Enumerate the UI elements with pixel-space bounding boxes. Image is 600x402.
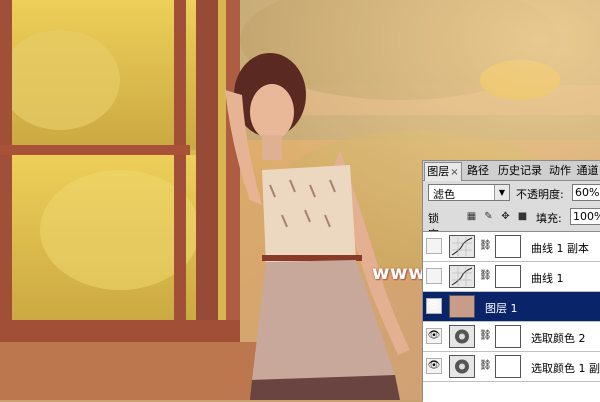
- layers-panel: 图层× 路径 历史记录 动作 通道 滤色 ▼ 不透明度: 60% 锁定: ▦ ✎…: [422, 160, 600, 402]
- layer-name: 选取颜色 2: [531, 332, 586, 345]
- layer-mask[interactable]: [495, 265, 521, 288]
- layer-row-selective-color-1-copy[interactable]: 👁 ⛓ 选取颜色 1 副: [423, 352, 600, 382]
- tab-channels[interactable]: 通道: [574, 163, 600, 179]
- layer-name: 曲线 1 副本: [531, 242, 589, 255]
- eye-icon[interactable]: 👁: [426, 358, 442, 374]
- layer-mask[interactable]: [495, 355, 521, 378]
- layer-name: 图层 1: [485, 302, 518, 315]
- tab-paths[interactable]: 路径: [463, 163, 493, 179]
- tab-actions[interactable]: 动作: [546, 163, 574, 179]
- curves-icon: [449, 235, 475, 258]
- layer-mask[interactable]: [495, 235, 521, 258]
- opacity-label: 不透明度:: [516, 188, 564, 201]
- tab-layers-label: 图层: [427, 165, 450, 178]
- link-icon: ⛓: [479, 360, 492, 371]
- chevron-down-icon: ▼: [494, 185, 509, 200]
- link-icon: ⛓: [479, 270, 492, 281]
- link-icon: ⛓: [479, 240, 492, 251]
- eye-icon[interactable]: 👁: [426, 298, 442, 314]
- eye-icon[interactable]: 👁: [426, 328, 442, 344]
- layer-name: 选取颜色 1 副: [531, 362, 600, 375]
- visibility-toggle[interactable]: [426, 238, 442, 254]
- move-icon[interactable]: ✥: [500, 211, 511, 222]
- blend-mode-value: 滤色: [433, 188, 455, 201]
- visibility-toggle[interactable]: [426, 268, 442, 284]
- curves-icon: [449, 265, 475, 288]
- fill-label: 填充:: [536, 212, 562, 225]
- adjustment-icon: [449, 325, 475, 348]
- tab-history[interactable]: 历史记录: [494, 163, 546, 179]
- adjustment-icon: [449, 355, 475, 378]
- layer-list: ⛓ 曲线 1 副本 ⛓ 曲线 1 👁 图层 1 👁 ⛓ 选取颜色 2 👁 ⛓ 选…: [423, 231, 600, 402]
- layer-row-curves-copy[interactable]: ⛓ 曲线 1 副本: [423, 232, 600, 262]
- brush-icon[interactable]: ✎: [483, 211, 494, 222]
- close-icon[interactable]: ×: [450, 167, 458, 178]
- layer-row-layer1[interactable]: 👁 图层 1: [423, 292, 600, 322]
- layer-row-selective-color-2[interactable]: 👁 ⛓ 选取颜色 2: [423, 322, 600, 352]
- link-icon: ⛓: [479, 330, 492, 341]
- opacity-input[interactable]: 60%: [572, 184, 600, 201]
- lock-transparent-icon[interactable]: ▦: [466, 211, 477, 222]
- layer-mask[interactable]: [495, 325, 521, 348]
- lock-icon[interactable]: ■: [517, 211, 528, 222]
- fill-input[interactable]: 100%: [570, 208, 600, 225]
- tab-layers[interactable]: 图层×: [424, 162, 462, 181]
- blend-mode-select[interactable]: 滤色 ▼: [428, 184, 510, 201]
- panel-tabs: 图层× 路径 历史记录 动作 通道: [423, 161, 600, 181]
- layer-row-curves[interactable]: ⛓ 曲线 1: [423, 262, 600, 292]
- layer-thumbnail: [449, 295, 475, 318]
- layer-name: 曲线 1: [531, 272, 564, 285]
